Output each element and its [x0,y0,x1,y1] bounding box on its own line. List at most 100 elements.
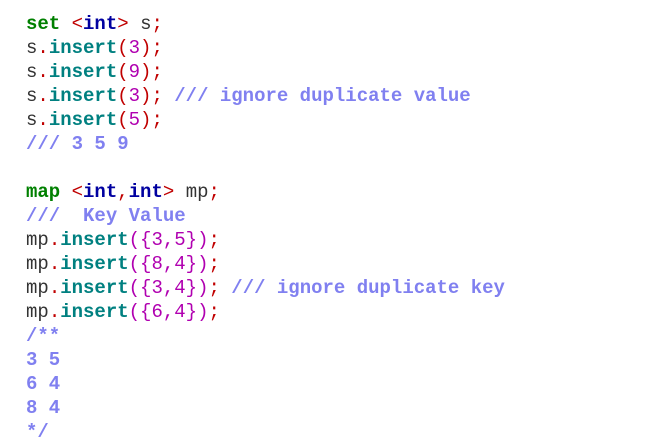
code-line-set-declaration: set <int> s; [26,12,656,36]
method-insert: insert [48,85,118,107]
identifier-s: s [26,109,38,131]
code-line-set-insert-3: s.insert(3); [26,36,656,60]
number-literal: 3 [151,277,163,299]
method-insert: insert [48,37,118,59]
comma: , [117,181,129,203]
comma: , [162,277,175,299]
type-int: int [83,181,118,203]
comment-map-row: 3 5 [26,349,61,371]
angle-open: < [60,181,84,203]
identifier-mp: mp [26,277,49,299]
semicolon: ; [151,61,163,83]
code-line-set-insert-5: s.insert(5); [26,108,656,132]
identifier-mp: mp [185,181,209,203]
code-line-block-comment-close: */ [26,420,656,444]
code-line-map-insert-8-4: mp.insert({8,4}); [26,252,656,276]
keyword-map: map [26,181,61,203]
method-insert: insert [48,109,118,131]
dot-operator: . [37,37,49,59]
comment-ignore-duplicate-value: /// ignore duplicate value [162,85,471,107]
comment-map-row: 8 4 [26,397,61,419]
brace-close: }) [185,277,209,299]
code-line-map-insert-6-4: mp.insert({6,4}); [26,300,656,324]
identifier-s: s [140,13,152,35]
identifier-s: s [26,61,38,83]
code-line-map-header-comment: /// Key Value [26,204,656,228]
semicolon: ; [151,109,163,131]
comment-block-open: /** [26,325,61,347]
comment-block-close: */ [26,421,49,443]
number-literal: 5 [128,109,141,131]
dot-operator: . [37,109,49,131]
number-literal: 3 [151,229,163,251]
angle-open: < [60,13,84,35]
brace-open: ({ [128,253,152,275]
semicolon: ; [208,253,220,275]
semicolon: ; [208,229,220,251]
brace-close: }) [185,253,209,275]
identifier-mp: mp [26,253,49,275]
dot-operator: . [48,277,61,299]
method-insert: insert [60,301,129,323]
dot-operator: . [48,253,61,275]
identifier-s: s [26,37,38,59]
number-literal: 8 [151,253,163,275]
identifier-mp: mp [26,229,49,251]
brace-open: ({ [128,301,152,323]
dot-operator: . [48,301,61,323]
angle-close: > [117,13,141,35]
code-line-block-comment-row: 3 5 [26,348,656,372]
identifier-s: s [26,85,38,107]
dot-operator: . [48,229,61,251]
code-line-block-comment-open: /** [26,324,656,348]
brace-close: }) [185,229,209,251]
method-insert: insert [60,277,129,299]
method-insert: insert [60,229,129,251]
number-literal: 4 [174,301,186,323]
angle-close: > [162,181,186,203]
code-line-map-insert-3-5: mp.insert({3,5}); [26,228,656,252]
code-line-set-insert-duplicate: s.insert(3); /// ignore duplicate value [26,84,656,108]
semicolon: ; [208,301,220,323]
brace-open: ({ [128,277,152,299]
number-literal: 3 [128,85,141,107]
comment-map-row: 6 4 [26,373,61,395]
method-insert: insert [60,253,129,275]
paren-close: ) [140,85,152,107]
paren-close: ) [140,109,152,131]
identifier-mp: mp [26,301,49,323]
comma: , [162,253,175,275]
comment-ignore-duplicate-key: /// ignore duplicate key [219,277,505,299]
code-editor[interactable]: set <int> s; s.insert(3); s.insert(9); s… [0,0,656,448]
comma: , [162,301,175,323]
type-int: int [83,13,118,35]
paren-close: ) [140,37,152,59]
type-int: int [128,181,163,203]
semicolon: ; [208,277,220,299]
method-insert: insert [48,61,118,83]
code-line-block-comment-row: 8 4 [26,396,656,420]
semicolon: ; [151,37,163,59]
comma: , [162,229,175,251]
number-literal: 4 [174,277,186,299]
semicolon: ; [208,181,220,203]
paren-open: ( [117,37,129,59]
code-line-map-declaration: map <int,int> mp; [26,180,656,204]
code-line-set-insert-9: s.insert(9); [26,60,656,84]
comment-set-result: /// 3 5 9 [26,133,129,155]
semicolon: ; [151,85,163,107]
code-line-map-insert-duplicate: mp.insert({3,4}); /// ignore duplicate k… [26,276,656,300]
code-line-block-comment-row: 6 4 [26,372,656,396]
paren-open: ( [117,61,129,83]
brace-close: }) [185,301,209,323]
paren-open: ( [117,85,129,107]
paren-close: ) [140,61,152,83]
code-line-set-result-comment: /// 3 5 9 [26,132,656,156]
comment-key-value: /// Key Value [26,205,186,227]
number-literal: 6 [151,301,163,323]
semicolon: ; [151,13,163,35]
brace-open: ({ [128,229,152,251]
number-literal: 3 [128,37,141,59]
paren-open: ( [117,109,129,131]
